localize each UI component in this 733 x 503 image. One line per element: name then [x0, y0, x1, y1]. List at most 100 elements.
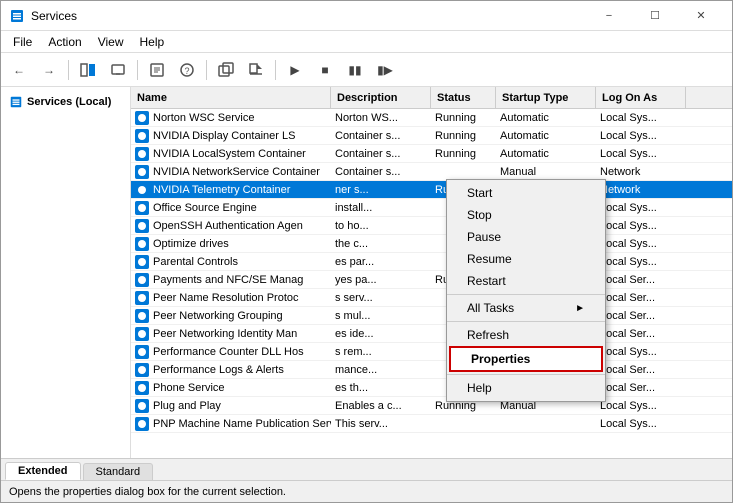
- service-list[interactable]: Norton WSC Service Norton WS... Running …: [131, 109, 732, 458]
- service-logon: Local Sys...: [596, 400, 686, 412]
- table-row[interactable]: NVIDIA Telemetry Container ner s... Runn…: [131, 181, 732, 199]
- service-startup: Automatic: [496, 112, 596, 124]
- menu-help[interactable]: Help: [132, 33, 173, 51]
- properties-button[interactable]: [143, 57, 171, 83]
- close-button[interactable]: ✕: [678, 1, 724, 31]
- service-desc: es ide...: [331, 328, 431, 340]
- table-row[interactable]: Phone Service es th... Manual (Trig... L…: [131, 379, 732, 397]
- minimize-button[interactable]: −: [586, 1, 632, 31]
- service-icon: [135, 183, 149, 197]
- service-icon: [135, 237, 149, 251]
- service-logon: Local Ser...: [596, 328, 686, 340]
- table-row[interactable]: Plug and Play Enables a c... Running Man…: [131, 397, 732, 415]
- title-bar: Services − ☐ ✕: [1, 1, 732, 31]
- table-row[interactable]: NVIDIA Display Container LS Container s.…: [131, 127, 732, 145]
- menu-file[interactable]: File: [5, 33, 40, 51]
- status-text: Opens the properties dialog box for the …: [9, 486, 286, 498]
- service-icon: [135, 363, 149, 377]
- service-name: Plug and Play: [131, 399, 331, 413]
- service-logon: Local Sys...: [596, 220, 686, 232]
- context-menu-item-stop[interactable]: Stop: [447, 204, 605, 226]
- stop-button[interactable]: ■: [311, 57, 339, 83]
- table-row[interactable]: NVIDIA NetworkService Container Containe…: [131, 163, 732, 181]
- service-name: Norton WSC Service: [131, 111, 331, 125]
- table-row[interactable]: NVIDIA LocalSystem Container Container s…: [131, 145, 732, 163]
- status-bar: Opens the properties dialog box for the …: [1, 480, 732, 502]
- table-row[interactable]: Payments and NFC/SE Manag yes pa... Runn…: [131, 271, 732, 289]
- table-row[interactable]: Peer Networking Identity Man es ide... M…: [131, 325, 732, 343]
- table-row[interactable]: Performance Logs & Alerts mance... Manua…: [131, 361, 732, 379]
- service-desc: es par...: [331, 256, 431, 268]
- menu-view[interactable]: View: [90, 33, 132, 51]
- service-icon: [135, 129, 149, 143]
- forward-button[interactable]: →: [35, 57, 63, 83]
- context-menu-item-start[interactable]: Start: [447, 182, 605, 204]
- service-name: Optimize drives: [131, 237, 331, 251]
- col-header-startup[interactable]: Startup Type: [496, 87, 596, 108]
- resume-button[interactable]: ▮▶: [371, 57, 399, 83]
- service-desc: This serv...: [331, 418, 431, 430]
- context-menu-item-pause[interactable]: Pause: [447, 226, 605, 248]
- context-menu-separator: [447, 294, 605, 295]
- table-row[interactable]: Performance Counter DLL Hos s rem... Man…: [131, 343, 732, 361]
- table-row[interactable]: Office Source Engine install... Manual L…: [131, 199, 732, 217]
- toolbar-separator-4: [275, 60, 276, 80]
- service-desc: the c...: [331, 238, 431, 250]
- table-row[interactable]: OpenSSH Authentication Agen to ho... Dis…: [131, 217, 732, 235]
- service-desc: s serv...: [331, 292, 431, 304]
- service-desc: Container s...: [331, 148, 431, 160]
- table-row[interactable]: Peer Networking Grouping s mul... Manual…: [131, 307, 732, 325]
- table-row[interactable]: PNP Machine Name Publication Service Thi…: [131, 415, 732, 433]
- context-menu-item-help[interactable]: Help: [447, 377, 605, 399]
- service-startup: Automatic: [496, 148, 596, 160]
- maximize-button[interactable]: ☐: [632, 1, 678, 31]
- col-header-desc[interactable]: Description: [331, 87, 431, 108]
- panel-title: Services (Local): [9, 95, 122, 109]
- table-row[interactable]: Parental Controls es par... Manual Local…: [131, 253, 732, 271]
- back-button[interactable]: ←: [5, 57, 33, 83]
- context-menu-item-restart[interactable]: Restart: [447, 270, 605, 292]
- menu-bar: File Action View Help: [1, 31, 732, 53]
- bottom-tabs: ExtendedStandard: [1, 458, 732, 480]
- show-hide-button[interactable]: [74, 57, 102, 83]
- context-menu-item-properties[interactable]: Properties: [449, 346, 603, 372]
- service-desc: install...: [331, 202, 431, 214]
- service-icon: [135, 273, 149, 287]
- service-logon: Local Sys...: [596, 256, 686, 268]
- service-logon: Local Sys...: [596, 202, 686, 214]
- col-header-logon[interactable]: Log On As: [596, 87, 686, 108]
- table-row[interactable]: Peer Name Resolution Protoc s serv... Ma…: [131, 289, 732, 307]
- col-header-name[interactable]: Name: [131, 87, 331, 108]
- service-startup: Automatic: [496, 130, 596, 142]
- service-name: Performance Logs & Alerts: [131, 363, 331, 377]
- tab-standard[interactable]: Standard: [83, 463, 154, 480]
- pause-button[interactable]: ▮▮: [341, 57, 369, 83]
- tab-extended[interactable]: Extended: [5, 462, 81, 480]
- console-button[interactable]: [104, 57, 132, 83]
- service-name: NVIDIA Display Container LS: [131, 129, 331, 143]
- service-desc: s rem...: [331, 346, 431, 358]
- service-name: Peer Networking Grouping: [131, 309, 331, 323]
- service-desc: Container s...: [331, 130, 431, 142]
- col-header-status[interactable]: Status: [431, 87, 496, 108]
- table-row[interactable]: Optimize drives the c... Manual Local Sy…: [131, 235, 732, 253]
- service-desc: to ho...: [331, 220, 431, 232]
- service-desc: Norton WS...: [331, 112, 431, 124]
- app-icon: [9, 8, 25, 24]
- service-name: Office Source Engine: [131, 201, 331, 215]
- menu-action[interactable]: Action: [40, 33, 89, 51]
- help-button[interactable]: ?: [173, 57, 201, 83]
- play-button[interactable]: ▶: [281, 57, 309, 83]
- new-window-button[interactable]: [212, 57, 240, 83]
- export-button[interactable]: [242, 57, 270, 83]
- service-status: Running: [431, 130, 496, 142]
- service-area: Name Description Status Startup Type Log…: [131, 87, 732, 458]
- context-menu-item-resume[interactable]: Resume: [447, 248, 605, 270]
- context-menu-item-refresh[interactable]: Refresh: [447, 324, 605, 346]
- service-logon: Local Sys...: [596, 418, 686, 430]
- table-row[interactable]: Norton WSC Service Norton WS... Running …: [131, 109, 732, 127]
- service-icon: [135, 147, 149, 161]
- service-icon: [135, 417, 149, 431]
- service-logon: Local Sys...: [596, 346, 686, 358]
- context-menu-item-all-tasks[interactable]: All Tasks►: [447, 297, 605, 319]
